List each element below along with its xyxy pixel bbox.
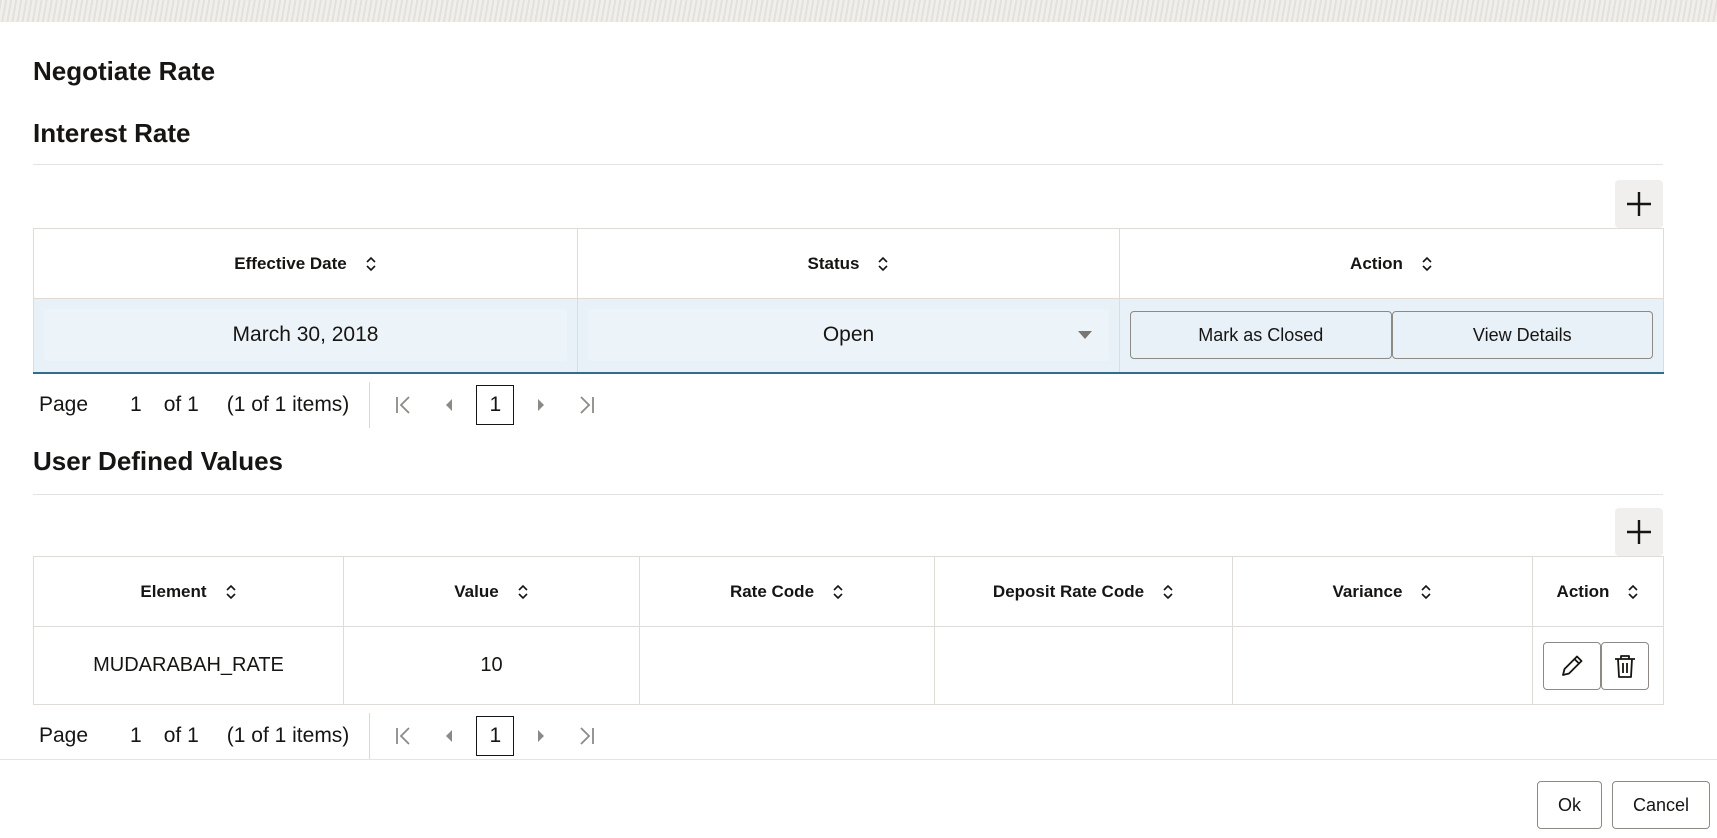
column-header-effective-date[interactable]: Effective Date <box>33 228 578 299</box>
page-label: Page <box>39 393 89 416</box>
column-header-status[interactable]: Status <box>577 228 1120 299</box>
variance-cell <box>1232 626 1533 705</box>
column-header-action[interactable]: Action <box>1119 228 1664 299</box>
table-row[interactable]: MUDARABAH_RATE 10 <box>33 626 1664 705</box>
view-details-button[interactable]: View Details <box>1391 311 1653 360</box>
pagination-divider <box>369 382 371 428</box>
dialog-title: Negotiate Rate <box>33 56 216 86</box>
user-defined-values-table: Element Value Rate Code Deposit Rate Cod… <box>33 556 1664 705</box>
interest-rate-divider <box>33 164 1663 165</box>
page-of: of 1 <box>163 393 199 416</box>
page-label: Page <box>39 724 89 747</box>
edit-button[interactable] <box>1543 641 1601 690</box>
add-interest-rate-button[interactable] <box>1615 180 1663 228</box>
column-header-value[interactable]: Value <box>343 556 640 627</box>
plus-icon <box>1627 520 1651 544</box>
previous-page-icon[interactable] <box>434 721 464 751</box>
page-of: of 1 <box>163 724 199 747</box>
last-page-icon[interactable] <box>572 390 602 420</box>
cancel-button[interactable]: Cancel <box>1612 781 1710 829</box>
next-page-icon[interactable] <box>526 390 556 420</box>
column-header-deposit-rate-code[interactable]: Deposit Rate Code <box>934 556 1233 627</box>
previous-page-icon[interactable] <box>434 390 464 420</box>
sort-icon[interactable] <box>832 583 844 601</box>
sort-icon[interactable] <box>517 583 529 601</box>
table-row[interactable]: March 30, 2018 Open Mark as Closed View … <box>33 298 1664 374</box>
column-header-rate-code[interactable]: Rate Code <box>639 556 935 627</box>
pagination-divider <box>369 713 371 759</box>
page-number-box[interactable]: 1 <box>476 716 515 756</box>
first-page-icon[interactable] <box>388 721 418 751</box>
interest-rate-table: Effective Date Status Action March 30, 2… <box>33 228 1664 374</box>
page-number-box[interactable]: 1 <box>476 385 515 425</box>
user-defined-values-title: User Defined Values <box>33 446 283 476</box>
interest-rate-title: Interest Rate <box>33 118 191 148</box>
sort-icon[interactable] <box>365 255 377 273</box>
items-count: (1 of 1 items) <box>226 724 350 747</box>
column-header-element[interactable]: Element <box>33 556 344 627</box>
sort-icon[interactable] <box>1162 583 1174 601</box>
sort-icon[interactable] <box>225 583 237 601</box>
last-page-icon[interactable] <box>572 721 602 751</box>
sort-icon[interactable] <box>877 255 889 273</box>
status-select[interactable]: Open <box>588 309 1109 362</box>
add-user-defined-value-button[interactable] <box>1615 508 1663 556</box>
column-header-action[interactable]: Action <box>1532 556 1664 627</box>
ok-button[interactable]: Ok <box>1537 781 1602 829</box>
column-header-variance[interactable]: Variance <box>1232 556 1533 627</box>
next-page-icon[interactable] <box>526 721 556 751</box>
top-decorative-band <box>0 0 1717 22</box>
rate-code-cell <box>639 626 935 705</box>
first-page-icon[interactable] <box>388 390 418 420</box>
plus-icon <box>1627 192 1651 216</box>
chevron-down-icon <box>1078 331 1092 340</box>
value-cell: 10 <box>343 626 640 705</box>
user-defined-values-pagination: Page 1 of 1 (1 of 1 items) 1 <box>39 713 602 759</box>
delete-button[interactable] <box>1601 641 1649 690</box>
footer-divider <box>0 759 1717 760</box>
deposit-rate-code-cell <box>934 626 1233 705</box>
page-current[interactable]: 1 <box>130 393 142 417</box>
user-defined-values-divider <box>33 494 1663 495</box>
pencil-icon <box>1562 655 1583 676</box>
page-current[interactable]: 1 <box>130 724 142 748</box>
mark-as-closed-button[interactable]: Mark as Closed <box>1130 311 1392 360</box>
sort-icon[interactable] <box>1627 583 1639 601</box>
interest-rate-pagination: Page 1 of 1 (1 of 1 items) 1 <box>39 382 602 428</box>
sort-icon[interactable] <box>1421 255 1433 273</box>
element-cell: MUDARABAH_RATE <box>33 626 344 705</box>
trash-icon <box>1615 654 1635 678</box>
effective-date-field[interactable]: March 30, 2018 <box>44 309 567 362</box>
status-value: Open <box>822 323 875 347</box>
items-count: (1 of 1 items) <box>226 393 350 416</box>
sort-icon[interactable] <box>1420 583 1432 601</box>
